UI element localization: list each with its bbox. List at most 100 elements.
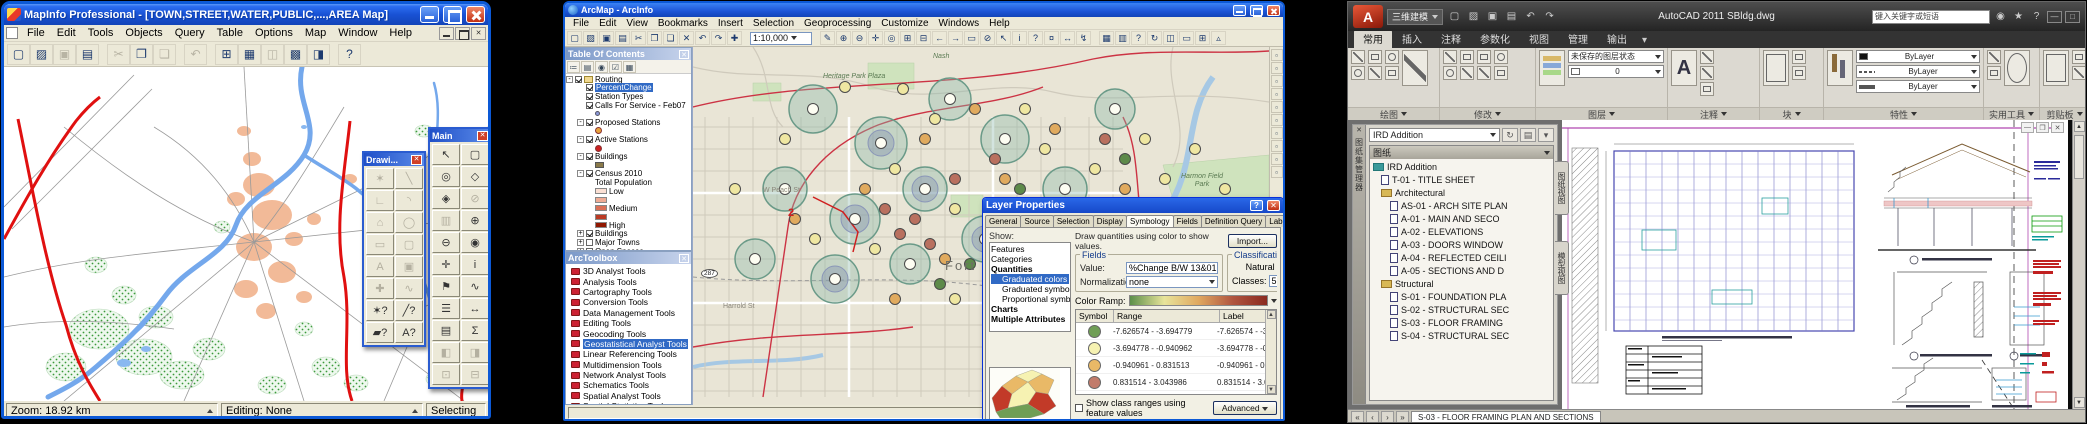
- add-data-icon[interactable]: ✚: [727, 31, 742, 45]
- back-extent-icon[interactable]: ←: [932, 31, 947, 45]
- new-redistricter-icon[interactable]: ◨: [307, 44, 330, 65]
- close-icon[interactable]: ✕: [1267, 200, 1280, 211]
- trim-icon[interactable]: [1477, 66, 1491, 80]
- toc-layer-row[interactable]: [566, 161, 691, 170]
- ribbon-tab[interactable]: 视图: [1520, 29, 1558, 48]
- ribbon-tab[interactable]: 输出: [1598, 29, 1636, 48]
- toc-titlebar[interactable]: Table Of Contents ✕: [566, 48, 691, 60]
- dialog-titlebar[interactable]: Layer Properties ? ✕: [983, 198, 1283, 213]
- expander-icon[interactable]: -: [577, 119, 584, 126]
- panel-label[interactable]: 特性: [1824, 107, 1983, 120]
- qat-undo-icon[interactable]: ↶: [1523, 9, 1538, 24]
- status-zoom[interactable]: Zoom: 18.92 km: [6, 403, 218, 419]
- expander-icon[interactable]: +: [577, 239, 584, 246]
- ribbon-tab[interactable]: 管理: [1559, 29, 1597, 48]
- cut-icon[interactable]: ✂: [107, 44, 130, 65]
- open-icon[interactable]: ▨: [583, 31, 598, 45]
- advanced-button[interactable]: Advanced: [1213, 401, 1277, 415]
- visibility-checkbox[interactable]: [586, 93, 593, 100]
- mdi-minimize-button[interactable]: [439, 27, 454, 40]
- sheet-item[interactable]: S-02 - STRUCTURAL SEC: [1370, 303, 1553, 316]
- assign-selected-icon[interactable]: ◨: [461, 342, 488, 363]
- sheet-item[interactable]: Architectural: [1370, 186, 1553, 199]
- toc-layer-row[interactable]: [566, 213, 691, 222]
- docked-tool-icon[interactable]: ▫: [1271, 166, 1283, 178]
- identify-icon[interactable]: i: [1012, 31, 1027, 45]
- pan-icon[interactable]: ✛: [432, 254, 460, 275]
- status-selecting[interactable]: Selecting: [426, 403, 486, 419]
- maximize-button[interactable]: □: [2065, 11, 2080, 23]
- ribbon-tab[interactable]: 注释: [1432, 29, 1470, 48]
- menu-item[interactable]: Objects: [119, 26, 168, 40]
- expander-icon[interactable]: +: [577, 248, 584, 250]
- chart-icon[interactable]: ▵: [1211, 31, 1226, 45]
- list-by-source-icon[interactable]: ▤: [581, 61, 594, 73]
- table-icon[interactable]: [1700, 82, 1714, 96]
- new-layout-icon[interactable]: ▩: [284, 44, 307, 65]
- data-frame-icon[interactable]: ▭: [1179, 31, 1194, 45]
- dialog-tab[interactable]: Definition Query: [1201, 215, 1266, 227]
- normalization-combobox[interactable]: none: [1126, 276, 1218, 288]
- refresh-sheetset-icon[interactable]: ↻: [1502, 128, 1518, 142]
- clear-selection-icon[interactable]: ⊘: [980, 31, 995, 45]
- measure-icon[interactable]: ↔: [1060, 31, 1075, 45]
- menu-item[interactable]: View: [621, 18, 653, 29]
- visibility-checkbox[interactable]: [586, 230, 593, 237]
- drag-map-window-icon[interactable]: ∿: [461, 276, 488, 297]
- show-list-item[interactable]: Features: [991, 244, 1069, 254]
- visibility-checkbox[interactable]: [586, 136, 593, 143]
- lineweight-combobox[interactable]: ByLayer: [1856, 80, 1980, 93]
- show-list-item[interactable]: Categories: [991, 254, 1069, 264]
- toc-layer-row[interactable]: [566, 195, 691, 204]
- expander-icon[interactable]: -: [577, 153, 584, 160]
- toolbox-item[interactable]: 3D Analyst Tools: [566, 266, 691, 276]
- menu-item[interactable]: Map: [299, 26, 332, 40]
- menu-item[interactable]: Windows: [934, 18, 985, 29]
- symbol-tool-icon[interactable]: ✶: [366, 168, 394, 189]
- toc-layer-row[interactable]: -Census 2010: [566, 170, 691, 179]
- layer-label[interactable]: Calls For Service - Feb07: [595, 101, 686, 110]
- list-by-selection-icon[interactable]: ☑: [609, 61, 622, 73]
- dialog-tab[interactable]: Display: [1093, 215, 1127, 227]
- select-icon[interactable]: ↖: [432, 144, 460, 165]
- polyline-tool-icon[interactable]: ∟: [366, 190, 394, 211]
- search-icon[interactable]: ◉: [1993, 9, 2008, 24]
- copy-icon[interactable]: ❐: [130, 44, 153, 65]
- dialog-tab[interactable]: General: [985, 215, 1021, 227]
- arcmap-titlebar[interactable]: ArcMap - ArcInfo: [565, 3, 1283, 17]
- sheet-item[interactable]: A-04 - REFLECTED CEILI: [1370, 251, 1553, 264]
- visibility-checkbox[interactable]: [586, 153, 593, 160]
- measure-icon[interactable]: [1987, 50, 2001, 64]
- menu-item[interactable]: Geoprocessing: [799, 18, 876, 29]
- fixed-zoom-in-icon[interactable]: ⊞: [900, 31, 915, 45]
- dialog-tab[interactable]: Symbology: [1126, 215, 1174, 227]
- close-button[interactable]: [466, 6, 485, 23]
- table-scrollbar[interactable]: ▲ ▼: [1265, 310, 1276, 394]
- layer-label[interactable]: Low: [609, 187, 624, 196]
- clip-region-icon[interactable]: ⊟: [461, 364, 488, 385]
- ribbon-tab[interactable]: 插入: [1393, 29, 1431, 48]
- value-combobox[interactable]: %Change B/W 13&01: [1126, 262, 1218, 274]
- panel-label[interactable]: 实用工具: [1984, 107, 2039, 120]
- hatch-icon[interactable]: [1385, 66, 1399, 80]
- save-icon[interactable]: ▣: [599, 31, 614, 45]
- menu-item[interactable]: File: [21, 26, 51, 40]
- toolbox-item[interactable]: Network Analyst Tools: [566, 370, 691, 380]
- toc-layer-row[interactable]: [566, 144, 691, 153]
- toc-layer-row[interactable]: +Buildings: [566, 230, 691, 239]
- classes-combobox[interactable]: 5: [1269, 275, 1277, 287]
- visibility-checkbox[interactable]: [586, 84, 593, 91]
- drawing-restore-icon[interactable]: ❐: [2036, 122, 2049, 133]
- visibility-checkbox[interactable]: [586, 102, 593, 109]
- insert-block-icon[interactable]: [1763, 50, 1789, 86]
- close-icon[interactable]: ✕: [411, 155, 422, 165]
- delete-icon[interactable]: ✕: [679, 31, 694, 45]
- close-button[interactable]: [1267, 5, 1280, 16]
- zoom-out-icon[interactable]: ⊖: [432, 232, 460, 253]
- help-icon[interactable]: ?: [1250, 200, 1263, 211]
- quick-select-icon[interactable]: [1987, 66, 2001, 80]
- paste-icon[interactable]: ❏: [153, 44, 176, 65]
- paste-icon[interactable]: ❏: [663, 31, 678, 45]
- select-features-icon[interactable]: ▭: [964, 31, 979, 45]
- text-tool-icon[interactable]: A: [366, 256, 394, 277]
